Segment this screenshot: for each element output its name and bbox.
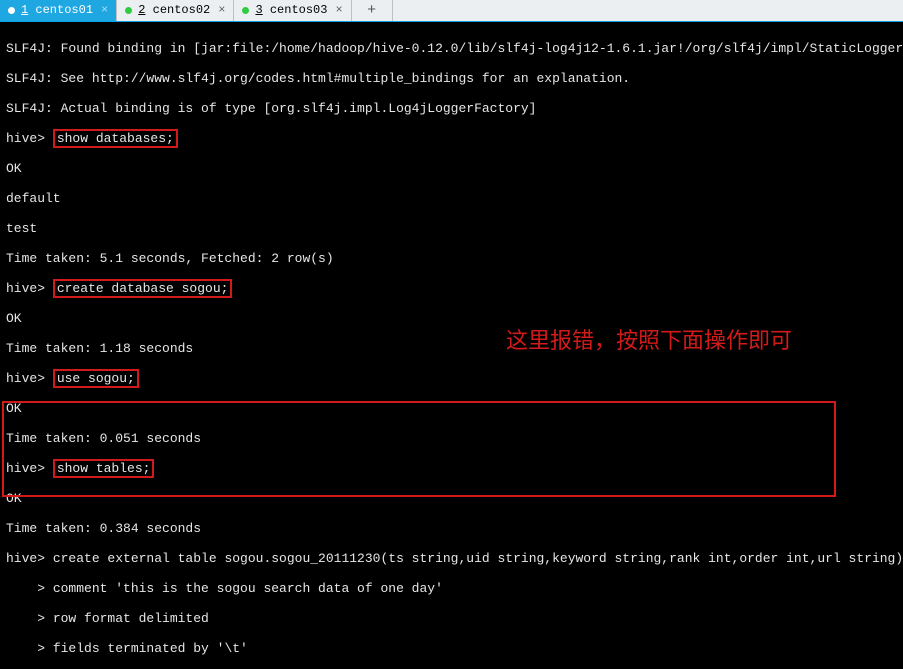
terminal-line: SLF4J: See http://www.slf4j.org/codes.ht… [6, 71, 897, 86]
terminal-line: SLF4J: Actual binding is of type [org.sl… [6, 101, 897, 116]
close-icon[interactable]: × [218, 3, 225, 18]
terminal-line: hive> create database sogou; [6, 281, 897, 296]
terminal-line: > comment 'this is the sogou search data… [6, 581, 897, 596]
terminal-line: hive> show databases; [6, 131, 897, 146]
terminal-line: default [6, 191, 897, 206]
tab-index: 3 [255, 3, 262, 18]
tab-centos02[interactable]: 2 centos02 × [117, 0, 234, 21]
close-icon[interactable]: × [335, 3, 342, 18]
close-icon[interactable]: × [101, 3, 108, 18]
highlight-box: show databases; [53, 129, 178, 148]
tab-label: centos02 [153, 3, 211, 18]
terminal-line: > row format delimited [6, 611, 897, 626]
tab-label: centos01 [35, 3, 93, 18]
terminal-line: OK [6, 401, 897, 416]
terminal[interactable]: SLF4J: Found binding in [jar:file:/home/… [0, 22, 903, 669]
annotation-text: 这里报错，按照下面操作即可 [506, 333, 792, 348]
highlight-box: show tables; [53, 459, 155, 478]
tab-centos01[interactable]: 1 centos01 × [0, 0, 117, 21]
new-tab-button[interactable]: + [352, 0, 393, 21]
terminal-line: > fields terminated by '\t' [6, 641, 897, 656]
terminal-line: OK [6, 491, 897, 506]
plus-icon: + [367, 3, 376, 18]
tab-status-dot [242, 7, 249, 14]
highlight-box: create database sogou; [53, 279, 233, 298]
tab-centos03[interactable]: 3 centos03 × [234, 0, 351, 21]
tab-bar: 1 centos01 × 2 centos02 × 3 centos03 × + [0, 0, 903, 22]
terminal-line: SLF4J: Found binding in [jar:file:/home/… [6, 41, 897, 56]
terminal-line: Time taken: 0.051 seconds [6, 431, 897, 446]
terminal-line: test [6, 221, 897, 236]
highlight-box: use sogou; [53, 369, 139, 388]
terminal-line: hive> create external table sogou.sogou_… [6, 551, 897, 566]
terminal-line: OK [6, 161, 897, 176]
terminal-line: hive> use sogou; [6, 371, 897, 386]
highlight-region [2, 401, 836, 497]
tab-status-dot [125, 7, 132, 14]
terminal-line: Time taken: 0.384 seconds [6, 521, 897, 536]
tab-label: centos03 [270, 3, 328, 18]
tab-index: 1 [21, 3, 28, 18]
terminal-line: OK [6, 311, 897, 326]
tab-status-dot [8, 7, 15, 14]
tab-index: 2 [138, 3, 145, 18]
terminal-line: Time taken: 5.1 seconds, Fetched: 2 row(… [6, 251, 897, 266]
terminal-line: hive> show tables; [6, 461, 897, 476]
